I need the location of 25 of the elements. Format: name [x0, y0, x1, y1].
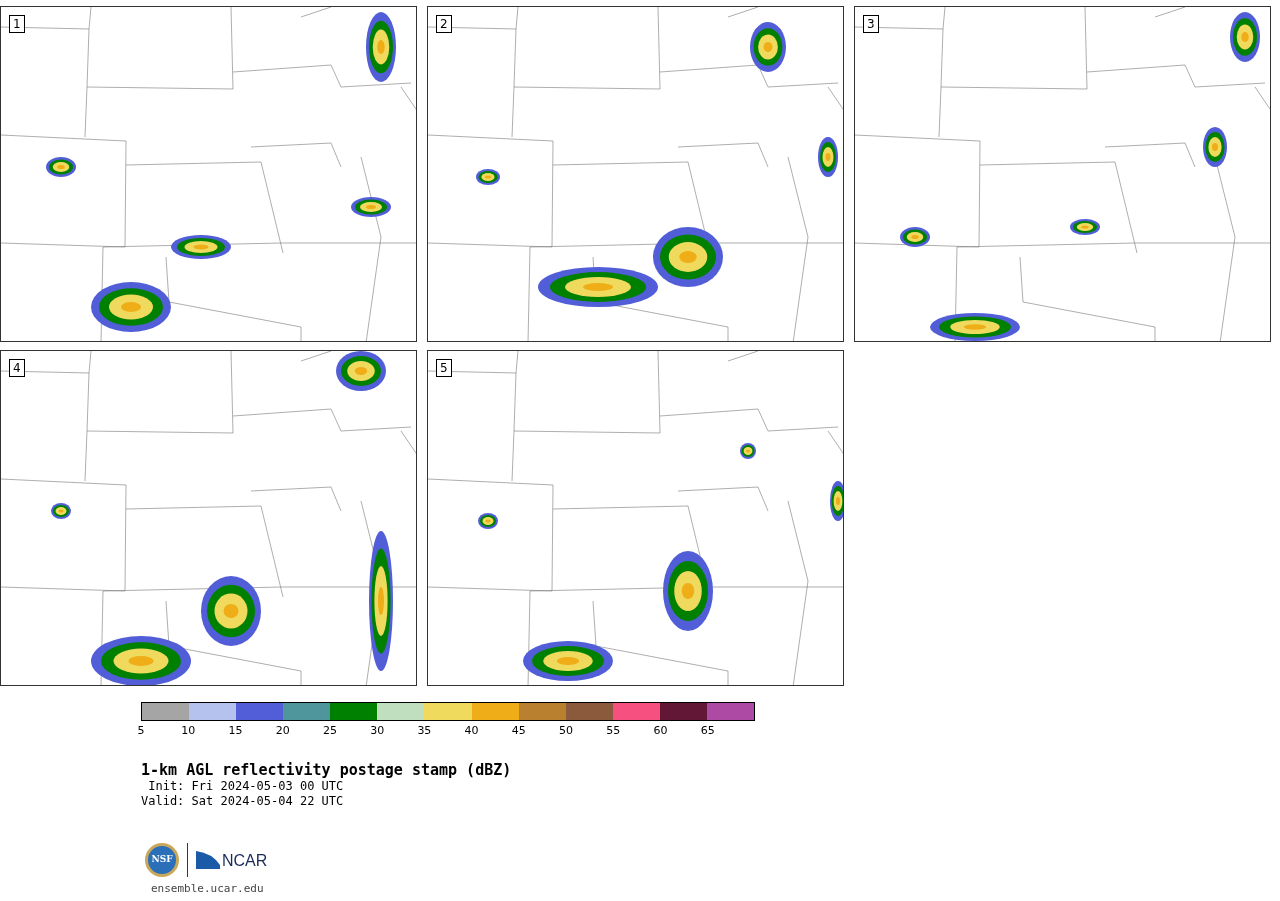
ncar-logo: NCAR: [196, 851, 268, 869]
scale-tick-label: 10: [181, 724, 196, 737]
scale-tick-label: 65: [700, 724, 715, 737]
panel-number: 1: [9, 15, 25, 33]
scale-tick-label: 50: [559, 724, 574, 737]
scale-tick-label: 30: [370, 724, 385, 737]
scale-tick-label: 45: [511, 724, 526, 737]
scale-tick-label: 55: [606, 724, 621, 737]
panel-number: 3: [863, 15, 879, 33]
panel-number: 4: [9, 359, 25, 377]
init-time: Init: Fri 2024-05-03 00 UTC: [147, 779, 344, 794]
scale-tick-label: 5: [137, 724, 145, 737]
scale-tick-label: 15: [228, 724, 243, 737]
scale-tick-label: 40: [464, 724, 479, 737]
scale-tick-label: 25: [322, 724, 337, 737]
site-url: ensemble.ucar.edu: [151, 881, 265, 897]
scale-tick-label: 20: [275, 724, 290, 737]
valid-time: Valid: Sat 2024-05-04 22 UTC: [141, 794, 344, 809]
ncar-mark-icon: [196, 851, 220, 869]
panel-number: 2: [436, 15, 452, 33]
scale-tick-label: 35: [417, 724, 432, 737]
panel-number: 5: [436, 359, 452, 377]
chart-title: 1-km AGL reflectivity postage stamp (dBZ): [141, 761, 512, 779]
nsf-logo: NSF: [145, 843, 179, 877]
scale-tick-label: 60: [653, 724, 668, 737]
